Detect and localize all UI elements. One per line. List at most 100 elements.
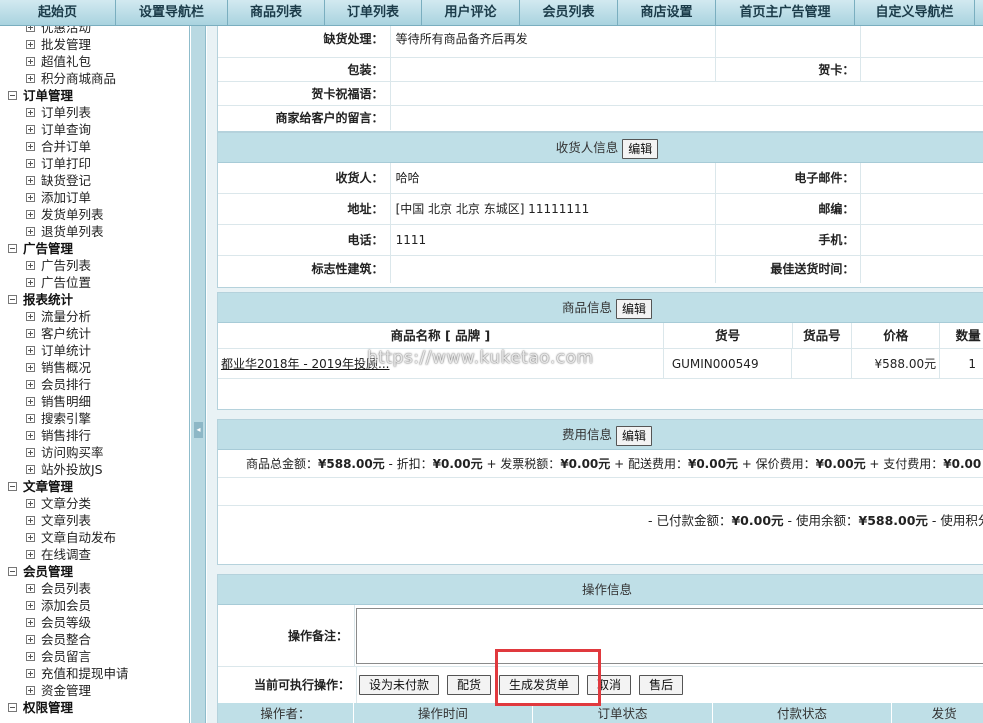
collapse-box-icon[interactable] <box>8 91 17 100</box>
sidebar-group-label: 文章管理 <box>23 479 74 494</box>
nav-tab-goods-list[interactable]: 商品列表 <box>228 0 325 26</box>
sidebar-item[interactable]: 会员列表 <box>0 580 189 597</box>
nav-tab-custom-nav[interactable]: 自定义导航栏 <box>855 0 975 26</box>
log-col-pay-status: 付款状态 <box>713 703 893 723</box>
consignee-name: 哈哈 <box>391 163 716 193</box>
expand-box-icon <box>26 584 35 593</box>
nav-tab-nav-settings[interactable]: 设置导航栏 <box>116 0 228 26</box>
shipping-fee-value: ¥0.00元 <box>687 457 738 471</box>
goods-header: 商品信息 编辑 <box>218 293 983 323</box>
sidebar-item[interactable]: 站外投放JS <box>0 461 189 478</box>
prepare-goods-button[interactable]: 配货 <box>447 675 492 695</box>
sidebar-item[interactable]: 资金管理 <box>0 682 189 699</box>
sidebar-item[interactable]: 订单统计 <box>0 342 189 359</box>
sidebar-item[interactable]: 添加订单 <box>0 189 189 206</box>
sidebar-item-label: 添加会员 <box>41 598 92 613</box>
collapse-box-icon[interactable] <box>8 703 17 712</box>
sidebar-item[interactable]: 积分商城商品 <box>0 70 189 87</box>
collapse-box-icon[interactable] <box>8 482 17 491</box>
nav-tab-order-list[interactable]: 订单列表 <box>325 0 422 26</box>
sidebar-item[interactable]: 订单打印 <box>0 155 189 172</box>
sidebar-item[interactable]: 优惠活动 <box>0 26 189 36</box>
sidebar-item[interactable]: 文章列表 <box>0 512 189 529</box>
edit-consignee-button[interactable]: 编辑 <box>622 138 659 159</box>
sidebar-item[interactable]: 退货单列表 <box>0 223 189 240</box>
set-unpaid-button[interactable]: 设为未付款 <box>359 675 440 695</box>
sidebar-item[interactable]: 缺货登记 <box>0 172 189 189</box>
expand-box-icon <box>26 176 35 185</box>
expand-box-icon <box>26 431 35 440</box>
sidebar-group-title[interactable]: 订单管理 <box>0 87 189 104</box>
sidebar-item-label: 访问购买率 <box>41 445 104 460</box>
nav-tab-user-comments[interactable]: 用户评论 <box>422 0 520 26</box>
sidebar-item[interactable]: 充值和提现申请 <box>0 665 189 682</box>
sidebar-group-title[interactable]: 会员管理 <box>0 563 189 580</box>
package-label: 包装： <box>218 58 391 81</box>
action-note-label: 操作备注： <box>218 605 355 666</box>
sidebar-item[interactable]: 流量分析 <box>0 308 189 325</box>
sidebar-group-title[interactable]: 广告管理 <box>0 240 189 257</box>
action-note-textarea[interactable] <box>356 608 983 664</box>
sidebar-item[interactable]: 合并订单 <box>0 138 189 155</box>
card-message-label: 贺卡祝福语： <box>218 82 391 105</box>
sidebar-item-label: 订单打印 <box>41 156 92 171</box>
shortage-value: 等待所有商品备齐后再发 <box>391 26 716 57</box>
sidebar-group-label: 会员管理 <box>23 564 74 579</box>
sidebar-item[interactable]: 文章分类 <box>0 495 189 512</box>
sidebar-item[interactable]: 订单查询 <box>0 121 189 138</box>
collapse-sidebar-icon[interactable]: ◂ <box>194 422 203 438</box>
tax-label: + 发票税额： <box>482 457 561 471</box>
sidebar-item-label: 站外投放JS <box>41 462 103 477</box>
sidebar-group-title[interactable]: 权限管理 <box>0 699 189 716</box>
after-sale-button[interactable]: 售后 <box>639 675 684 695</box>
sidebar-item[interactable]: 广告位置 <box>0 274 189 291</box>
sidebar-item[interactable]: 会员等级 <box>0 614 189 631</box>
action-ops-label: 当前可执行操作： <box>218 667 357 703</box>
sidebar-item[interactable]: 文章自动发布 <box>0 529 189 546</box>
generate-invoice-button[interactable]: 生成发货单 <box>499 675 580 695</box>
sidebar-group-title[interactable]: 报表统计 <box>0 291 189 308</box>
sidebar-item[interactable]: 会员排行 <box>0 376 189 393</box>
collapse-box-icon[interactable] <box>8 567 17 576</box>
sidebar-item[interactable]: 会员整合 <box>0 631 189 648</box>
sidebar-item[interactable]: 销售概况 <box>0 359 189 376</box>
sidebar-item[interactable]: 广告列表 <box>0 257 189 274</box>
sidebar-group-label: 权限管理 <box>23 700 74 715</box>
sidebar-item[interactable]: 超值礼包 <box>0 53 189 70</box>
expand-box-icon <box>26 601 35 610</box>
sidebar-item[interactable]: 添加会员 <box>0 597 189 614</box>
sidebar-group-title[interactable]: 文章管理 <box>0 478 189 495</box>
sidebar-item[interactable]: 会员留言 <box>0 648 189 665</box>
pay-fee-value: ¥0.00 <box>943 457 982 471</box>
cancel-order-button[interactable]: 取消 <box>587 675 632 695</box>
collapse-box-icon[interactable] <box>8 295 17 304</box>
goods-name-link[interactable]: 都业华2018年 - 2019年投顾... <box>218 349 664 378</box>
tax-value: ¥0.00元 <box>560 457 611 471</box>
col-quantity: 数量 <box>955 328 981 343</box>
edit-goods-button[interactable]: 编辑 <box>616 298 653 319</box>
sidebar-splitter[interactable]: ◂ <box>191 26 206 723</box>
expand-box-icon <box>26 193 35 202</box>
sidebar-item[interactable]: 在线调查 <box>0 546 189 563</box>
nav-tab-home[interactable]: 起始页 <box>0 0 116 26</box>
phone-value: 1111 <box>391 225 716 255</box>
sidebar-item[interactable]: 客户统计 <box>0 325 189 342</box>
nav-tab-shop-settings[interactable]: 商店设置 <box>618 0 716 26</box>
nav-tab-home-ad[interactable]: 首页主广告管理 <box>716 0 855 26</box>
sidebar-item[interactable]: 访问购买率 <box>0 444 189 461</box>
sidebar-item[interactable]: 订单列表 <box>0 104 189 121</box>
collapse-box-icon[interactable] <box>8 244 17 253</box>
sidebar-group: 文章管理 文章分类 文章列表 文章自动发布 在线调查 <box>0 478 189 563</box>
sidebar-item[interactable]: 发货单列表 <box>0 206 189 223</box>
log-col-operator: 操作者： <box>218 703 354 723</box>
sidebar-item[interactable]: 批发管理 <box>0 36 189 53</box>
sidebar-item[interactable]: 销售排行 <box>0 427 189 444</box>
edit-fee-button[interactable]: 编辑 <box>616 425 653 446</box>
nav-tab-member-list[interactable]: 会员列表 <box>520 0 618 26</box>
shipping-fee-label: + 配送费用： <box>610 457 688 471</box>
consignee-header-title: 收货人信息 <box>555 140 619 155</box>
goods-total-value: ¥588.00元 <box>318 457 385 471</box>
sidebar-item[interactable]: 搜索引擎 <box>0 410 189 427</box>
sidebar-item[interactable]: 销售明细 <box>0 393 189 410</box>
order-detail-main: 缺货处理： 等待所有商品备齐后再发 包装： 贺卡： 贺卡祝福语： 商家给客户的留… <box>207 26 983 723</box>
